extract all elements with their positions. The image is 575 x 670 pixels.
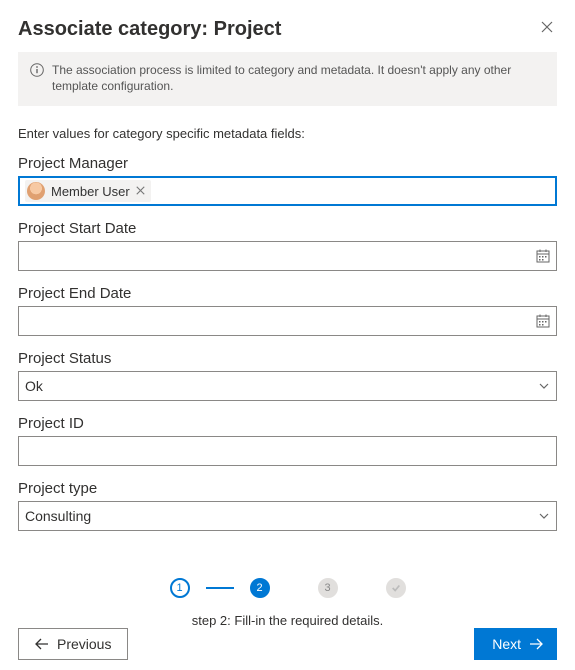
step-final <box>386 578 406 598</box>
project-status-value: Ok <box>25 378 43 394</box>
arrow-left-icon <box>35 638 49 650</box>
project-manager-input[interactable]: Member User <box>18 176 557 206</box>
info-banner: The association process is limited to ca… <box>18 52 557 106</box>
project-end-date-text[interactable] <box>25 312 550 330</box>
chip-name: Member User <box>51 184 130 199</box>
chip-remove-icon[interactable] <box>136 184 145 198</box>
project-id-input[interactable] <box>18 436 557 466</box>
project-id-text[interactable] <box>25 442 550 460</box>
instruction-text: Enter values for category specific metad… <box>18 126 557 141</box>
project-status-select[interactable]: Ok <box>18 371 557 401</box>
step-1: 1 <box>170 578 190 598</box>
step-caption: step 2: Fill-in the required details. <box>0 613 575 628</box>
calendar-icon[interactable] <box>536 314 550 328</box>
project-type-value: Consulting <box>25 508 91 524</box>
close-icon[interactable] <box>537 16 557 42</box>
arrow-right-icon <box>529 638 543 650</box>
chevron-down-icon <box>538 380 550 392</box>
next-label: Next <box>492 636 521 652</box>
project-start-date-text[interactable] <box>25 247 550 265</box>
info-text: The association process is limited to ca… <box>52 62 545 94</box>
previous-button[interactable]: Previous <box>18 628 128 660</box>
project-start-date-label: Project Start Date <box>18 220 557 237</box>
project-end-date-label: Project End Date <box>18 285 557 302</box>
calendar-icon[interactable] <box>536 249 550 263</box>
next-button[interactable]: Next <box>474 628 557 660</box>
chevron-down-icon <box>538 510 550 522</box>
step-3: 3 <box>318 578 338 598</box>
info-icon <box>30 63 44 94</box>
avatar <box>27 182 45 200</box>
project-start-date-input[interactable] <box>18 241 557 271</box>
project-id-label: Project ID <box>18 415 557 432</box>
step-2: 2 <box>250 578 270 598</box>
project-type-select[interactable]: Consulting <box>18 501 557 531</box>
page-title: Associate category: Project <box>18 18 281 41</box>
project-manager-label: Project Manager <box>18 155 557 172</box>
people-chip[interactable]: Member User <box>25 180 151 202</box>
previous-label: Previous <box>57 636 111 652</box>
step-indicator: 1 2 3 <box>0 578 575 598</box>
step-line <box>206 587 234 589</box>
project-end-date-input[interactable] <box>18 306 557 336</box>
project-type-label: Project type <box>18 480 557 497</box>
project-status-label: Project Status <box>18 350 557 367</box>
